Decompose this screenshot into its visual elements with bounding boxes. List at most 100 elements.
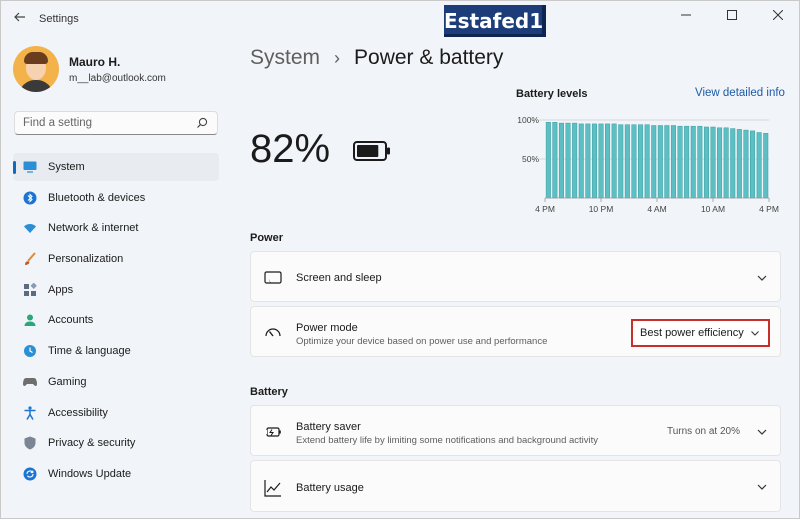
breadcrumb: System › Power & battery	[250, 46, 503, 70]
chart-bar[interactable]	[664, 125, 670, 199]
sidebar-item-gaming[interactable]: Gaming	[13, 368, 219, 396]
battery-saver-icon	[264, 427, 281, 437]
user-profile[interactable]: Mauro H. m__lab@outlook.com	[13, 45, 166, 93]
sidebar-item-label: Time & language	[48, 345, 131, 358]
chart-x-tick-label: 10 AM	[701, 204, 725, 214]
chart-bar[interactable]	[644, 124, 650, 199]
sidebar-item-label: System	[48, 161, 85, 173]
search-icon[interactable]	[195, 116, 209, 130]
accessibility-icon	[23, 405, 37, 420]
chart-bar[interactable]	[618, 124, 624, 199]
power-mode-icon	[265, 328, 281, 337]
sidebar-item-apps[interactable]: Apps	[13, 276, 219, 304]
chart-bar[interactable]	[743, 129, 749, 199]
sidebar-item-label: Accounts	[48, 314, 94, 327]
sidebar-item-label: Windows Update	[48, 467, 132, 480]
search-placeholder: Find a setting	[23, 117, 93, 129]
battery-levels-title: Battery levels	[516, 88, 588, 100]
battery-saver-card[interactable]: Battery saver Extend battery life by lim…	[250, 405, 781, 456]
sidebar-item-system[interactable]: System	[13, 153, 219, 181]
chart-bar[interactable]	[578, 123, 584, 199]
sidebar-item-windows-update[interactable]: Windows Update	[13, 460, 219, 488]
chart-bar[interactable]	[631, 124, 637, 199]
brush-icon	[23, 252, 37, 266]
sidebar-item-time-language[interactable]: Time & language	[13, 337, 219, 365]
battery-usage-card[interactable]: Battery usage	[250, 460, 781, 512]
apps-icon	[23, 282, 37, 297]
search-input[interactable]: Find a setting	[14, 111, 218, 135]
chart-bar[interactable]	[703, 126, 709, 199]
breadcrumb-parent[interactable]: System	[250, 46, 320, 70]
chart-bar[interactable]	[723, 127, 729, 199]
chart-bar[interactable]	[558, 122, 564, 199]
sidebar-item-label: Accessibility	[48, 406, 108, 419]
chart-bar[interactable]	[730, 128, 736, 199]
watermark-logo: Estafed1	[444, 5, 546, 37]
window-controls	[663, 1, 799, 31]
gamepad-icon	[23, 375, 37, 389]
back-arrow-icon[interactable]	[11, 10, 29, 28]
chart-bar[interactable]	[736, 129, 742, 199]
chart-bar[interactable]	[670, 125, 676, 199]
chart-bar[interactable]	[638, 124, 644, 199]
chart-bar[interactable]	[591, 123, 597, 199]
chart-bar[interactable]	[552, 122, 558, 199]
chevron-down-icon	[751, 331, 759, 336]
power-mode-title: Power mode	[296, 322, 358, 334]
chevron-down-icon[interactable]	[756, 272, 768, 284]
sidebar-item-accounts[interactable]: Accounts	[13, 306, 219, 334]
sidebar-item-network[interactable]: Network & internet	[13, 214, 219, 242]
close-button[interactable]	[755, 1, 799, 29]
maximize-button[interactable]	[709, 1, 755, 29]
chart-bar[interactable]	[611, 123, 617, 199]
app-title: Settings	[39, 13, 79, 25]
screen-sleep-icon	[264, 271, 282, 284]
chart-bar[interactable]	[585, 123, 591, 199]
chart-bar[interactable]	[651, 125, 657, 199]
chart-bar[interactable]	[677, 125, 683, 199]
sidebar-item-label: Personalization	[48, 253, 124, 266]
minimize-button[interactable]	[663, 1, 709, 29]
battery-saver-subtitle: Extend battery life by limiting some not…	[296, 435, 599, 446]
chart-x-tick-label: 4 PM	[535, 204, 555, 214]
chart-bar[interactable]	[598, 123, 604, 199]
sidebar-nav: System Bluetooth & devices Network & int…	[13, 153, 219, 491]
chevron-down-icon[interactable]	[756, 426, 768, 438]
chevron-down-icon[interactable]	[756, 481, 768, 493]
chart-bar[interactable]	[545, 122, 551, 199]
battery-levels-chart: 100% 50% 4 PM 10 PM 4 AM 10 AM 4 PM	[517, 115, 779, 214]
sidebar-item-label: Privacy & security	[48, 437, 136, 450]
chart-x-tick-label: 10 PM	[589, 204, 614, 214]
sidebar-item-label: Gaming	[48, 375, 87, 388]
chart-bar[interactable]	[657, 125, 663, 199]
battery-percentage: 82%	[250, 127, 331, 171]
page-title: Power & battery	[354, 46, 504, 69]
chart-bar[interactable]	[605, 123, 611, 199]
sidebar-item-bluetooth[interactable]: Bluetooth & devices	[13, 184, 219, 212]
chart-bar[interactable]	[710, 126, 716, 199]
avatar	[13, 46, 59, 92]
sidebar-item-personalization[interactable]: Personalization	[13, 245, 219, 273]
chart-y-tick-label: 50%	[522, 154, 539, 164]
wifi-icon	[23, 221, 37, 235]
chart-bar[interactable]	[717, 127, 723, 199]
title-bar: Settings Estafed1	[1, 1, 799, 37]
screen-sleep-card[interactable]: Screen and sleep	[250, 251, 781, 302]
person-icon	[23, 313, 37, 327]
chart-bar[interactable]	[690, 125, 696, 199]
battery-icon	[353, 141, 390, 161]
chart-bar[interactable]	[756, 132, 762, 199]
chart-bar[interactable]	[572, 122, 578, 199]
chart-bar[interactable]	[684, 125, 690, 199]
sidebar-item-accessibility[interactable]: Accessibility	[13, 399, 219, 427]
power-mode-dropdown[interactable]: Best power efficiency	[631, 319, 770, 347]
chart-bar[interactable]	[750, 130, 756, 199]
chart-x-tick-label: 4 AM	[647, 204, 666, 214]
chart-bar[interactable]	[624, 124, 630, 199]
chart-bar[interactable]	[763, 133, 769, 199]
battery-saver-status: Turns on at 20%	[666, 426, 740, 437]
chart-bar[interactable]	[697, 125, 703, 199]
chart-bar[interactable]	[565, 122, 571, 199]
view-detailed-info-link[interactable]: View detailed info	[695, 87, 785, 99]
sidebar-item-privacy[interactable]: Privacy & security	[13, 429, 219, 457]
